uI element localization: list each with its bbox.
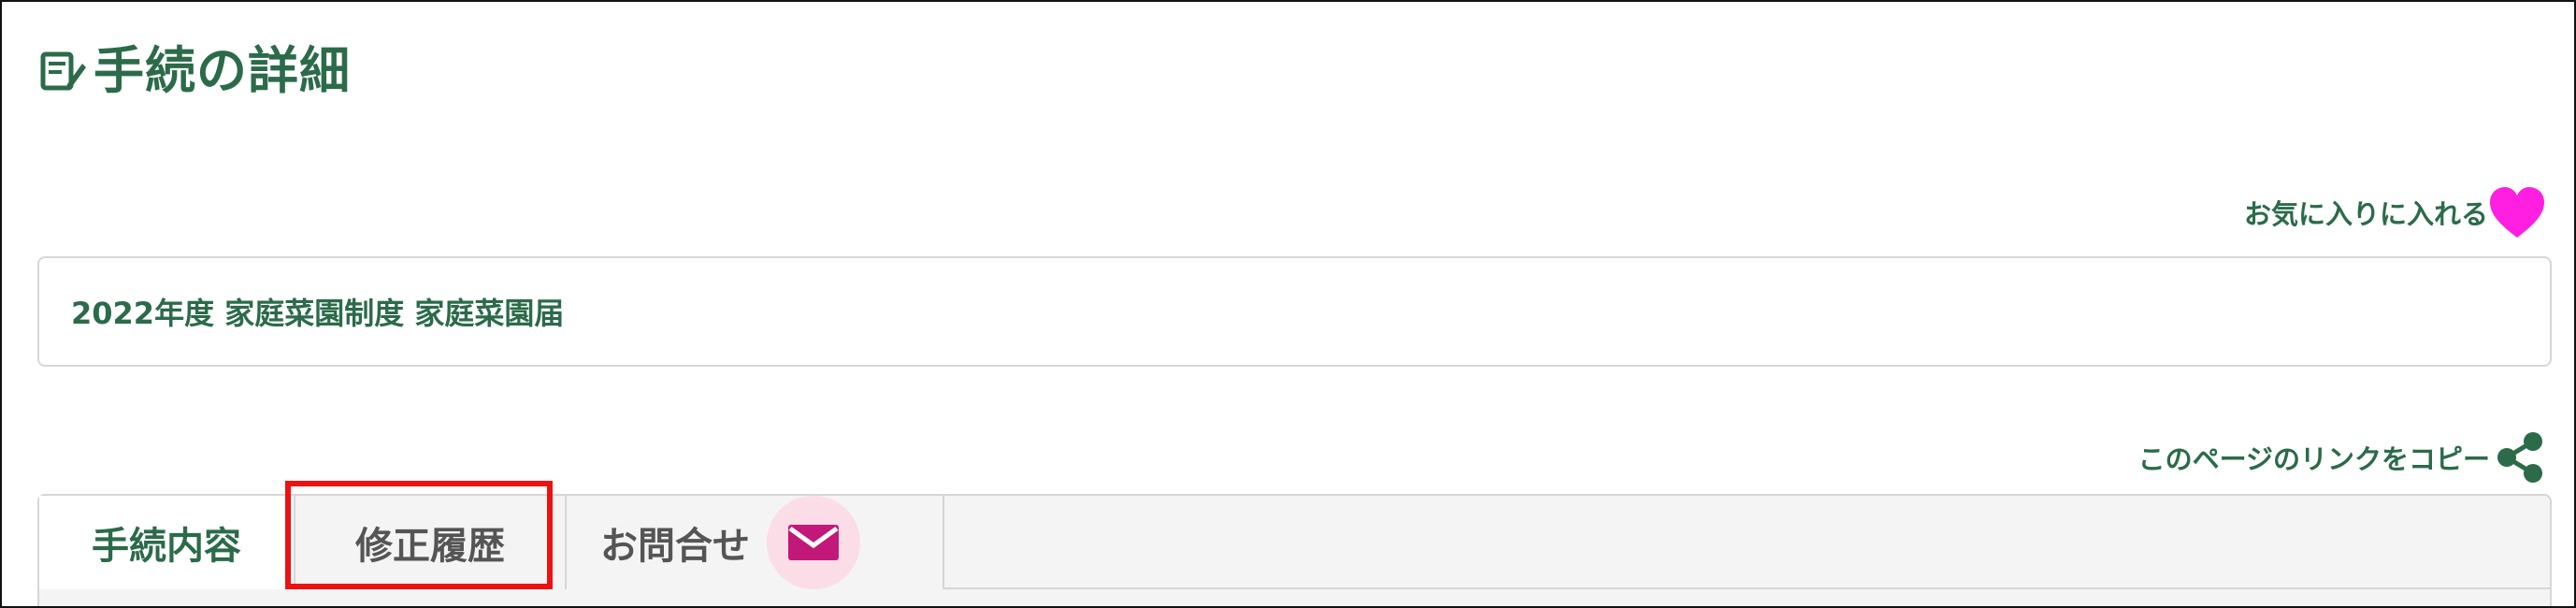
page-title-text: 手続の詳細 [94,41,351,100]
copy-link-label: このページのリンクをコピー [2137,443,2490,475]
page-frame: 手続の詳細 お気に入りに入れる 2022年度 家庭菜園制度 家庭菜園届 このペー… [0,0,2576,608]
copy-link-button[interactable]: このページのリンクをコピー [2138,430,2546,485]
procedure-name: 2022年度 家庭菜園制度 家庭菜園届 [71,296,565,331]
tab-inquiry[interactable]: お問合せ [565,496,944,589]
add-favorite-link[interactable]: お気に入りに入れる [2244,185,2546,239]
heart-icon [2490,187,2544,238]
mail-badge [767,496,860,589]
page-title: 手続の詳細 [39,34,351,109]
tab-label: 手続内容 [92,525,241,568]
mail-icon [788,525,839,560]
highlight-box [285,481,553,589]
procedure-name-box: 2022年度 家庭菜園制度 家庭菜園届 [37,256,2552,367]
document-edit-icon [40,51,86,91]
share-icon [2497,432,2542,483]
tab-procedure-contents[interactable]: 手続内容 [39,496,294,589]
favorite-label: お気に入りに入れる [2243,198,2488,230]
tab-label: お問合せ [600,525,750,568]
